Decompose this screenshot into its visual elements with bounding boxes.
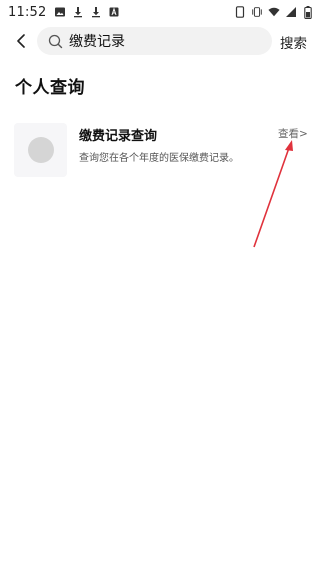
phone-icon xyxy=(234,6,246,18)
result-title: 缴费记录查询 xyxy=(79,129,158,144)
result-description: 查询您在各个年度的医保缴费记录。 xyxy=(79,153,239,164)
vibrate-icon xyxy=(251,6,263,18)
status-notification-icons xyxy=(54,6,120,18)
search-icon xyxy=(47,33,63,49)
search-field[interactable] xyxy=(37,27,272,55)
wifi-icon xyxy=(268,6,280,18)
search-input[interactable] xyxy=(69,29,259,53)
placeholder-circle-icon xyxy=(27,137,54,163)
chevron-left-icon xyxy=(17,34,25,48)
status-bar: 11:52 xyxy=(0,0,320,24)
search-button[interactable]: 搜索 xyxy=(280,32,307,52)
app-icon xyxy=(108,6,120,18)
battery-icon xyxy=(302,5,314,19)
status-time: 11:52 xyxy=(8,4,47,20)
result-thumbnail xyxy=(14,123,67,177)
image-icon xyxy=(54,6,66,18)
result-card[interactable]: 缴费记录查询 查询您在各个年度的医保缴费记录。 查看> xyxy=(14,121,310,181)
download-icon xyxy=(72,6,84,18)
signal-icon xyxy=(285,6,297,18)
back-button[interactable] xyxy=(12,31,30,51)
search-bar: 搜索 xyxy=(0,27,320,55)
status-system-icons xyxy=(234,5,314,19)
view-link[interactable]: 查看> xyxy=(278,126,308,141)
section-title: 个人查询 xyxy=(15,78,85,98)
download-icon xyxy=(90,6,102,18)
